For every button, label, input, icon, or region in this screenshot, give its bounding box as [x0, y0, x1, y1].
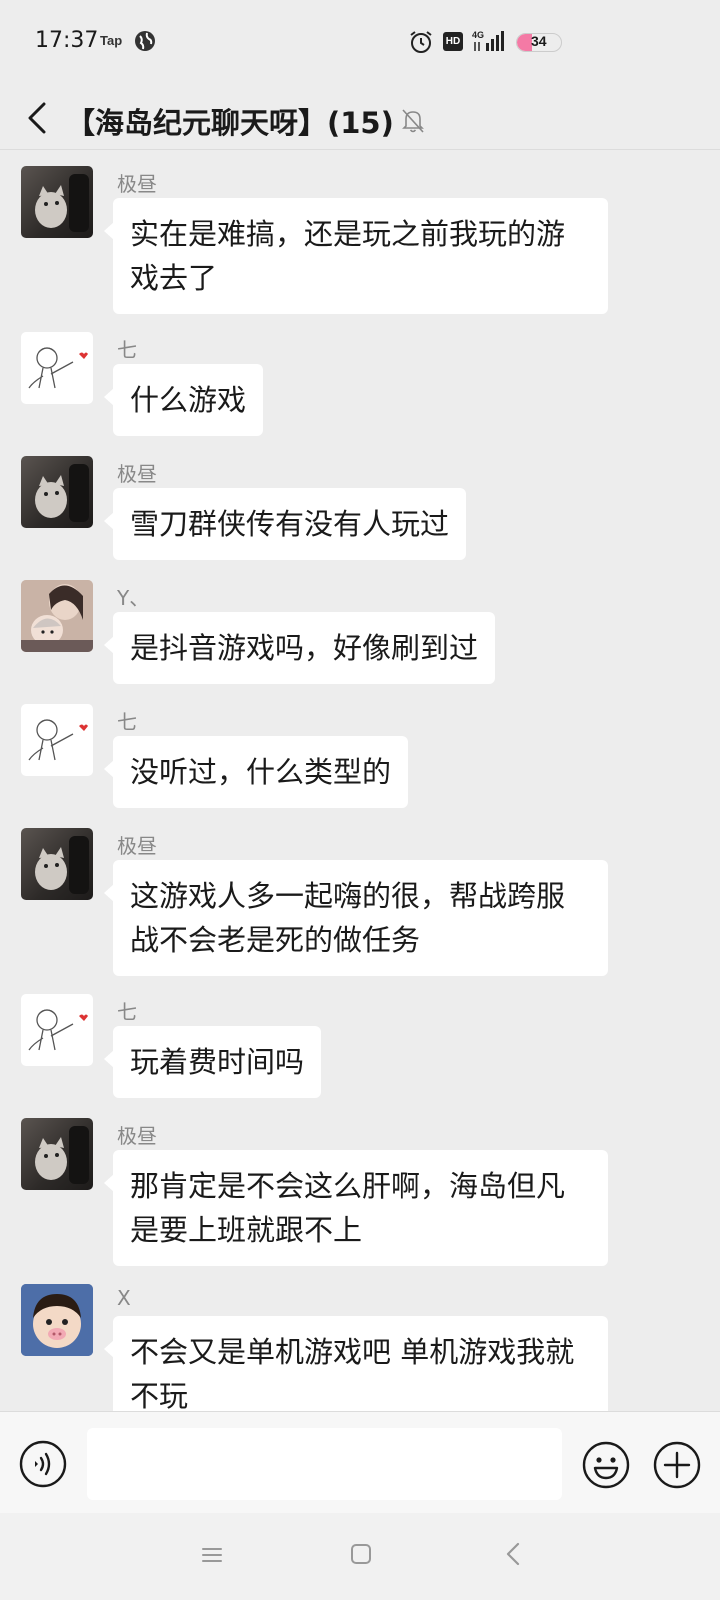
- cat-avatar[interactable]: [21, 456, 93, 528]
- cat-avatar[interactable]: [21, 166, 93, 238]
- menu-icon[interactable]: [200, 1543, 224, 1567]
- muted-bell-icon: [402, 109, 424, 133]
- emoji-icon[interactable]: [581, 1440, 631, 1490]
- message-bubble[interactable]: 雪刀群侠传有没有人玩过: [103, 488, 467, 560]
- kid-avatar[interactable]: [21, 1284, 93, 1356]
- sketch-avatar[interactable]: [21, 332, 93, 404]
- message-bubble[interactable]: 没听过，什么类型的: [103, 736, 409, 808]
- message-bubble[interactable]: 那肯定是不会这么肝啊，海岛但凡是要上班就跟不上: [104, 1150, 608, 1266]
- sketch-avatar[interactable]: [21, 994, 93, 1066]
- sketch-avatar[interactable]: [21, 704, 93, 776]
- cat-avatar[interactable]: [21, 1118, 93, 1190]
- photo-avatar[interactable]: [21, 580, 93, 652]
- home-square-icon[interactable]: [350, 1543, 372, 1565]
- message-bubble[interactable]: 不会又是单机游戏吧 单机游戏我就不玩: [104, 1316, 608, 1411]
- battery-level: 34: [531, 33, 547, 49]
- signal-icon: 4G: [472, 30, 504, 51]
- hd-icon: HD: [443, 32, 463, 51]
- sender-name: 极昼: [117, 834, 157, 858]
- battery-indicator: 34: [516, 33, 562, 52]
- voice-icon[interactable]: [19, 1440, 67, 1488]
- message-bubble[interactable]: 什么游戏: [103, 364, 264, 436]
- back-arrow-icon[interactable]: [20, 98, 54, 138]
- input-bar: [0, 1411, 720, 1513]
- message-list[interactable]: 极昼 实在是难搞，还是玩之前我玩的游戏去了 七 什么游戏 极昼 雪刀群侠传有没有…: [0, 151, 720, 1411]
- plus-icon[interactable]: [652, 1440, 702, 1490]
- message-bubble[interactable]: 是抖音游戏吗，好像刷到过: [103, 612, 496, 684]
- system-nav-bar: [0, 1513, 720, 1600]
- message-bubble[interactable]: 实在是难搞，还是玩之前我玩的游戏去了: [104, 198, 608, 314]
- back-triangle-icon[interactable]: [504, 1541, 522, 1567]
- sender-name: 七: [117, 1000, 137, 1024]
- message-bubble[interactable]: 这游戏人多一起嗨的很，帮战跨服战不会老是死的做任务: [104, 860, 608, 976]
- status-bar: 17:37 Tap HD 4G 34: [0, 0, 720, 86]
- tap-app-icon: Tap: [100, 33, 123, 48]
- cat-avatar[interactable]: [21, 828, 93, 900]
- sender-name: X: [117, 1286, 131, 1310]
- svg-text:4G: 4G: [472, 30, 484, 40]
- message-input[interactable]: [87, 1428, 562, 1500]
- sender-name: Y、: [117, 586, 150, 610]
- globe-icon: [135, 31, 155, 51]
- chat-title[interactable]: 【海岛纪元聊天呀】(15): [66, 100, 394, 142]
- sender-name: 七: [117, 338, 137, 362]
- alarm-icon: [410, 31, 432, 53]
- sender-name: 极昼: [117, 1124, 157, 1148]
- chat-header: 【海岛纪元聊天呀】(15): [0, 86, 720, 150]
- battery-fill: [517, 34, 532, 51]
- sender-name: 极昼: [117, 462, 157, 486]
- status-time: 17:37: [35, 28, 99, 53]
- message-bubble[interactable]: 玩着费时间吗: [103, 1026, 322, 1098]
- sender-name: 七: [117, 710, 137, 734]
- sender-name: 极昼: [117, 172, 157, 196]
